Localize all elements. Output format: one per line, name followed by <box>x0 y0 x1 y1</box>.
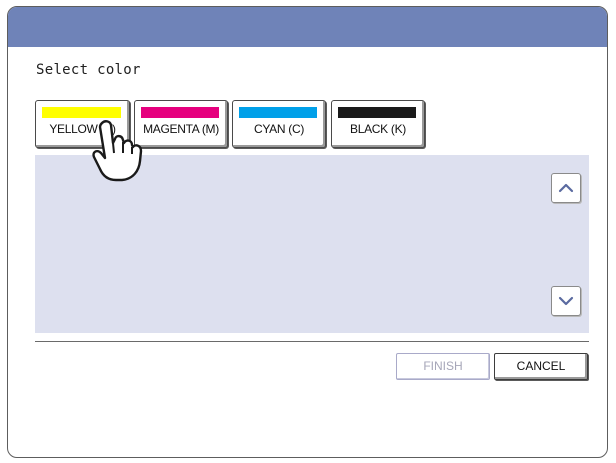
scroll-down-button[interactable] <box>551 286 581 316</box>
magenta-button[interactable]: MAGENTA (M) <box>134 100 228 148</box>
cyan-button[interactable]: CYAN (C) <box>232 100 326 148</box>
black-swatch <box>338 107 416 118</box>
list-panel <box>35 155 589 333</box>
magenta-swatch <box>141 107 219 118</box>
yellow-label: YELLOW (Y) <box>49 122 116 136</box>
divider <box>35 341 589 342</box>
yellow-button[interactable]: YELLOW (Y) <box>35 100 130 148</box>
scroll-up-button[interactable] <box>551 173 581 203</box>
select-color-prompt: Select color <box>36 62 141 78</box>
black-button[interactable]: BLACK (K) <box>331 100 425 148</box>
finish-button[interactable]: FINISH <box>396 353 490 380</box>
yellow-swatch <box>42 107 121 118</box>
dialog-window: Select color YELLOW (Y) MAGENTA (M) CYAN… <box>7 6 608 458</box>
cyan-swatch <box>239 107 317 118</box>
magenta-label: MAGENTA (M) <box>143 122 219 136</box>
cyan-label: CYAN (C) <box>253 122 305 136</box>
title-bar <box>8 7 607 47</box>
cancel-button[interactable]: CANCEL <box>494 353 588 380</box>
chevron-down-icon <box>558 296 574 306</box>
black-label: BLACK (K) <box>350 122 406 136</box>
chevron-up-icon <box>558 183 574 193</box>
